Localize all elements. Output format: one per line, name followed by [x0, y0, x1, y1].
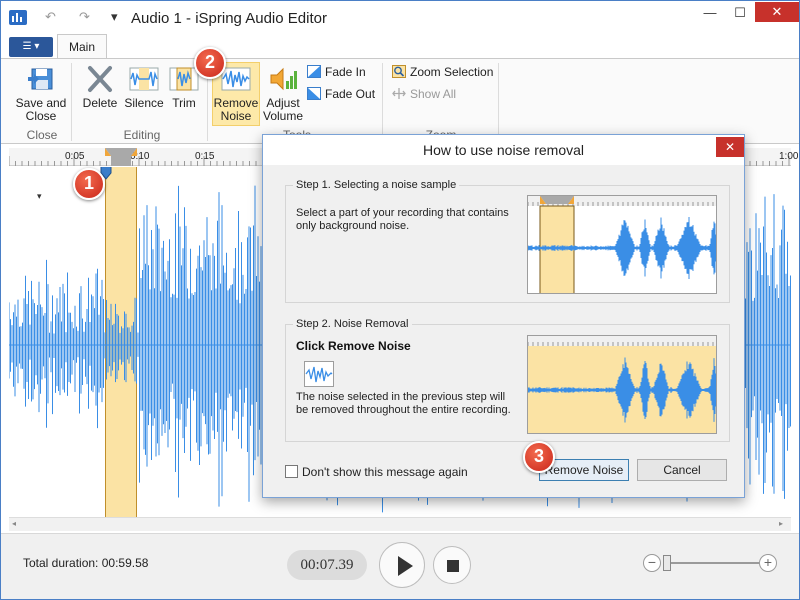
silence-button[interactable]: Silence	[123, 65, 165, 110]
adjust-volume-icon	[268, 65, 298, 93]
fade-in-button[interactable]: Fade In	[307, 65, 366, 79]
redo-button[interactable]: ↷	[79, 9, 90, 25]
fade-in-icon	[307, 65, 321, 78]
remove-noise-mini-icon	[304, 361, 334, 387]
scroll-left-icon[interactable]: ◂	[12, 519, 16, 528]
app-icon[interactable]	[9, 10, 27, 25]
delete-icon	[85, 65, 115, 93]
stop-button[interactable]	[433, 546, 471, 584]
show-all-label: Show All	[410, 87, 457, 101]
transport-bar: Total duration: 00:59.58 00:07.39 − +	[1, 533, 799, 599]
channel-dropdown-icon[interactable]: ▾	[37, 191, 42, 202]
dont-show-checkbox[interactable]: Don't show this message again	[285, 465, 468, 479]
show-all-button[interactable]: Show All	[392, 87, 456, 101]
tick-label: 0:05	[65, 151, 85, 162]
group-separator	[498, 63, 499, 141]
step2-heading: Click Remove Noise	[296, 339, 411, 353]
scroll-right-icon[interactable]: ▸	[779, 519, 783, 528]
total-duration: Total duration: 00:59.58	[23, 556, 148, 570]
group-label-close: Close	[26, 128, 58, 142]
current-time: 00:07.39	[287, 550, 367, 580]
remove-noise-icon	[221, 65, 251, 93]
noise-removal-dialog: How to use noise removal ✕ Step 1. Selec…	[262, 134, 745, 498]
selection-marker[interactable]	[105, 148, 137, 166]
callout-badge-1: 1	[73, 168, 105, 200]
adjust-volume-label: Adjust Volume	[262, 96, 304, 123]
fade-out-button[interactable]: Fade Out	[307, 87, 375, 101]
save-close-label: Save and Close	[15, 96, 67, 123]
play-icon	[398, 556, 413, 576]
total-duration-label: Total duration:	[23, 556, 99, 570]
cancel-button[interactable]: Cancel	[637, 459, 727, 481]
dont-show-label: Don't show this message again	[302, 465, 468, 479]
step1-waveform	[528, 196, 716, 293]
step1-preview	[527, 195, 717, 294]
maximize-button[interactable]: ☐	[725, 3, 755, 23]
play-button[interactable]	[379, 542, 425, 588]
tab-main[interactable]: Main	[57, 34, 107, 59]
zoom-selection-button[interactable]: Zoom Selection	[392, 65, 493, 79]
group-separator	[382, 63, 383, 141]
step2-panel: Step 2. Noise Removal Click Remove Noise…	[285, 318, 730, 442]
total-duration-value: 00:59.58	[101, 556, 149, 570]
delete-button[interactable]: Delete	[80, 65, 120, 110]
silence-label: Silence	[124, 96, 164, 110]
horizontal-scrollbar[interactable]: ◂ ▸	[9, 517, 791, 531]
fade-out-icon	[307, 87, 321, 100]
callout-badge-2: 2	[194, 47, 226, 79]
group-label-editing: Editing	[123, 128, 161, 142]
zoom-slider-track[interactable]	[669, 562, 759, 564]
step1-panel: Step 1. Selecting a noise sample Select …	[285, 179, 730, 303]
step1-text: Select a part of your recording that con…	[296, 207, 509, 232]
group-separator	[71, 63, 72, 141]
undo-button[interactable]: ↶	[45, 9, 56, 25]
customize-quick-access-button[interactable]: ▾	[111, 9, 118, 25]
step2-title: Step 2. Noise Removal	[293, 318, 412, 330]
fade-out-label: Fade Out	[325, 87, 376, 101]
step2-text: The noise selected in the previous step …	[296, 391, 511, 416]
show-all-icon	[392, 87, 406, 100]
tick-label: 0:15	[195, 151, 215, 162]
window-title: Audio 1 - iSpring Audio Editor	[131, 10, 327, 27]
close-window-button[interactable]: ✕	[755, 2, 799, 22]
trim-label: Trim	[172, 96, 196, 110]
zoom-slider-thumb[interactable]	[663, 555, 671, 571]
step2-preview	[527, 335, 717, 434]
zoom-in-button[interactable]: +	[759, 554, 777, 572]
save-close-icon	[26, 65, 56, 93]
silence-icon	[129, 65, 159, 93]
zoom-out-button[interactable]: −	[643, 554, 661, 572]
ribbon: Save and Close Close Delete Silence Trim…	[1, 58, 799, 144]
checkbox-box[interactable]	[285, 465, 298, 478]
app-window: ↶ ↷ ▾ Audio 1 - iSpring Audio Editor — ☐…	[0, 0, 800, 600]
zoom-selection-icon	[392, 65, 406, 78]
save-close-button[interactable]: Save and Close	[13, 65, 69, 123]
step2-waveform	[528, 336, 716, 433]
delete-label: Delete	[82, 96, 118, 110]
remove-noise-label: Remove Noise	[213, 96, 259, 123]
fade-in-label: Fade In	[325, 65, 366, 79]
app-menu-button[interactable]: ☰ ▾	[9, 37, 53, 57]
zoom-selection-label: Zoom Selection	[410, 65, 494, 79]
adjust-volume-button[interactable]: Adjust Volume	[261, 65, 305, 123]
dialog-title: How to use noise removal	[263, 135, 744, 165]
minimize-button[interactable]: —	[695, 3, 725, 23]
callout-badge-3: 3	[523, 441, 555, 473]
step1-title: Step 1. Selecting a noise sample	[293, 179, 460, 191]
dialog-close-button[interactable]: ✕	[716, 137, 744, 157]
stop-icon	[447, 560, 459, 572]
title-bar: ↶ ↷ ▾ Audio 1 - iSpring Audio Editor — ☐…	[1, 1, 799, 35]
tick-label: 1:00	[779, 151, 799, 162]
